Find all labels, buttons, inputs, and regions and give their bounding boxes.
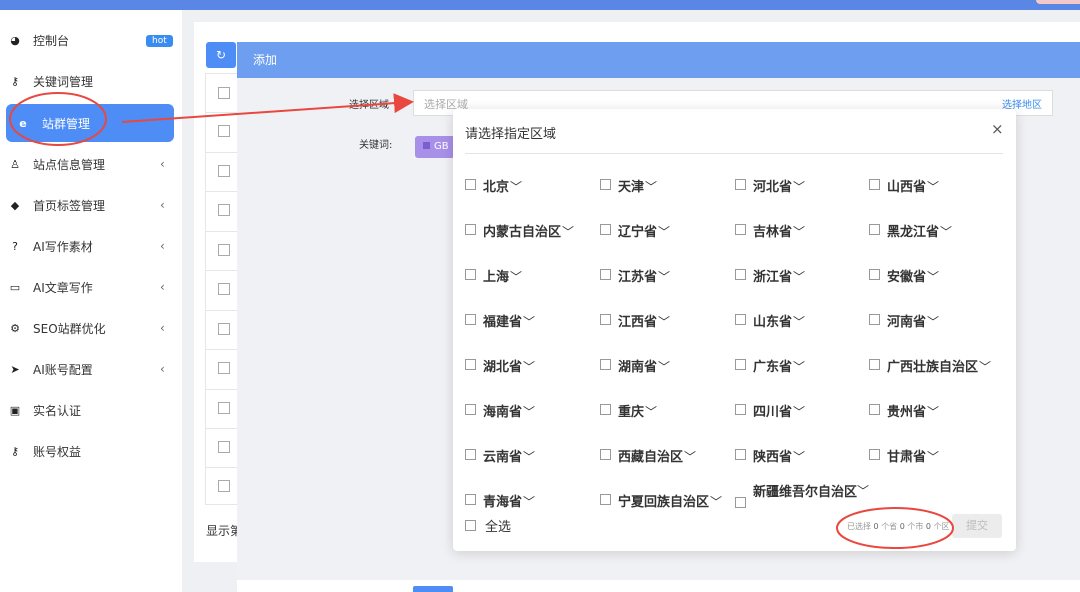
annotation-circle — [836, 507, 954, 549]
annotation-overlay — [9, 92, 954, 549]
annotation-arrow — [121, 93, 414, 123]
annotation-circle — [9, 92, 107, 146]
